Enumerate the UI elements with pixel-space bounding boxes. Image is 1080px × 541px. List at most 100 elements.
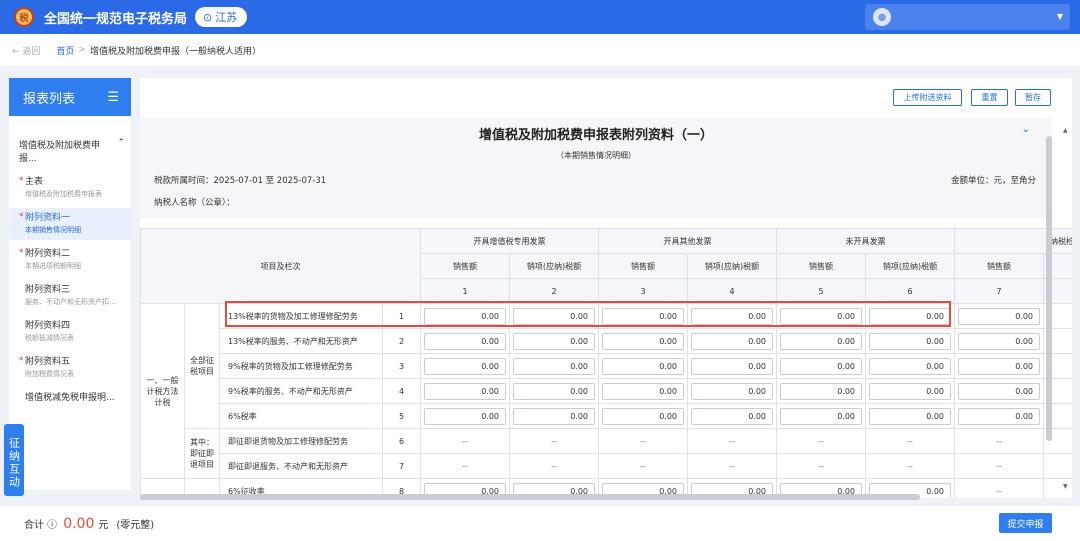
scroll-up-icon[interactable]: ▲ (1063, 127, 1068, 134)
back-link[interactable]: ← 返回 (12, 44, 40, 57)
sidebar-item[interactable]: * 附列资料二 本期进项税额明细 (9, 244, 131, 276)
amount-input[interactable]: 0.00 (424, 382, 506, 400)
amount-input[interactable]: 0.00 (869, 357, 951, 375)
amount-cell: 0.00 (420, 378, 510, 404)
amount-input[interactable]: 0.00 (602, 332, 684, 350)
horizontal-scrollbar[interactable] (140, 494, 920, 500)
upload-attachments-button[interactable]: 上传附送资料 (893, 89, 962, 106)
empty-cell: -- (598, 428, 688, 454)
total-label: 合计 ⓘ (24, 520, 58, 531)
row-label: 6%税率 (219, 403, 383, 429)
amount-input[interactable]: 0.00 (869, 332, 951, 350)
amount-cell: 0.00 (687, 378, 777, 404)
row-number: 5 (382, 403, 421, 429)
amount-input[interactable]: 0.00 (513, 357, 595, 375)
amount-input[interactable]: 0.00 (602, 407, 684, 425)
amount-input[interactable]: 0.00 (424, 357, 506, 375)
amount-input[interactable]: 0.00 (424, 332, 506, 350)
amount-input[interactable]: 0.00 (958, 307, 1040, 325)
sidebar-item[interactable]: * 主表 增值税及附加税费申报表 (9, 172, 131, 204)
amount-input[interactable]: 0.00 (958, 382, 1040, 400)
region-selector[interactable]: ⊙ 江苏 (195, 7, 248, 27)
sidebar-item-label: 增值税减免税申报明... (25, 393, 115, 403)
chevron-down-icon: ▼ (1056, 12, 1063, 21)
sidebar-header: 报表列表 ☰ (9, 78, 131, 116)
save-draft-button[interactable]: 暂存 (1015, 89, 1051, 106)
sidebar-item-label: 附列资料二 (25, 249, 71, 259)
empty-cell: -- (776, 453, 866, 479)
amount-cell: 0.00 (598, 378, 688, 404)
amount-cell: 0.00 (687, 353, 777, 379)
empty-cell: -- (687, 453, 777, 479)
item-header: 项目及栏次 (140, 228, 421, 304)
row-label: 13%税率的货物及加工修理修配劳务 (219, 303, 383, 329)
amount-input[interactable]: 0.00 (869, 407, 951, 425)
reset-button[interactable]: 重置 (971, 89, 1008, 106)
amount-input[interactable]: 0.00 (513, 382, 595, 400)
required-mark: * (19, 176, 24, 186)
amount-cell: 0.00 (776, 378, 866, 404)
scroll-down-icon[interactable]: ▼ (1063, 483, 1068, 490)
row-label: 13%税率的服务、不动产和无形资产 (219, 328, 383, 354)
sidebar-group[interactable]: 增值税及附加税费申报... ⌃ (9, 138, 131, 164)
sidebar-item[interactable]: * 附列资料五 附加税费情况表 (9, 352, 131, 384)
submit-declaration-button[interactable]: 提交申报 (999, 513, 1052, 533)
user-menu[interactable]: ● ▼ (865, 4, 1070, 30)
row-label: 即征即退货物及加工修理修配劳务 (219, 428, 383, 454)
column-number: 5 (776, 278, 866, 304)
amount-input[interactable]: 0.00 (869, 382, 951, 400)
group-header: 开具增值税专用发票 (420, 228, 599, 254)
amount-input[interactable]: 0.00 (513, 332, 595, 350)
amount-input[interactable]: 0.00 (958, 357, 1040, 375)
amount-cell: 0.00 (776, 403, 866, 429)
sales-detail-table: 项目及栏次 开具增值税专用发票 开具其他发票 未开具发票 纳税检查 销售额销项(… (140, 228, 1072, 498)
sidebar-item-label: 附列资料五 (25, 357, 71, 367)
amount-cell: 0.00 (598, 328, 688, 354)
breadcrumb-home-link[interactable]: 首页 (56, 44, 74, 57)
form-header: 增值税及附加税费申报表附列资料（一） （本期销售情况明细） 税款所属时间：202… (140, 118, 1052, 218)
interaction-float-button[interactable]: 征纳互动 (4, 424, 24, 496)
amount-input[interactable]: 0.00 (424, 407, 506, 425)
amount-input[interactable]: 0.00 (780, 382, 862, 400)
amount-input[interactable]: 0.00 (691, 382, 773, 400)
amount-input[interactable]: 0.00 (424, 307, 506, 325)
row-label: 9%税率的货物及加工修理修配劳务 (219, 353, 383, 379)
amount-cell: 0.00 (509, 328, 599, 354)
column-number: 7 (954, 278, 1044, 304)
sidebar-item[interactable]: 增值税减免税申报明... (9, 388, 131, 408)
amount-input[interactable]: 0.00 (691, 332, 773, 350)
amount-cell: 0.00 (954, 328, 1044, 354)
amount-input[interactable]: 0.00 (780, 407, 862, 425)
empty-cell: -- (420, 453, 510, 479)
sidebar-item[interactable]: 附列资料四 税额抵减情况表 (9, 316, 131, 348)
amount-cell: 0.00 (509, 378, 599, 404)
amount-input[interactable]: 0.00 (602, 382, 684, 400)
amount-input[interactable]: 0.00 (602, 307, 684, 325)
amount-cell: 0.00 (509, 303, 599, 329)
amount-input[interactable]: 0.00 (513, 407, 595, 425)
amount-input[interactable]: 0.00 (780, 332, 862, 350)
amount-input[interactable]: 0.00 (958, 332, 1040, 350)
amount-input[interactable]: 0.00 (691, 307, 773, 325)
amount-input[interactable]: 0.00 (780, 357, 862, 375)
amount-input[interactable]: 0.00 (869, 307, 951, 325)
amount-input[interactable]: 0.00 (780, 307, 862, 325)
tax-period: 税款所属时间：2025-07-01 至 2025-07-31 (154, 176, 327, 186)
sidebar-item[interactable]: 附列资料三 服务、不动产和无形资产扣... (9, 280, 131, 312)
amount-input[interactable]: 0.00 (691, 357, 773, 375)
vertical-scrollbar[interactable] (1046, 136, 1052, 441)
amount-input[interactable]: 0.00 (958, 407, 1040, 425)
sidebar-item-sublabel: 税额抵减情况表 (25, 334, 74, 342)
chevron-down-icon[interactable]: ⌄ (1022, 124, 1030, 135)
collapse-sidebar-icon[interactable]: ☰ (107, 90, 119, 105)
amount-cell: 0.00 (598, 403, 688, 429)
amount-input[interactable]: 0.00 (691, 407, 773, 425)
amount-input[interactable]: 0.00 (513, 307, 595, 325)
sidebar-item[interactable]: * 附列资料一 本期销售情况明细 (9, 208, 131, 240)
amount-input[interactable]: 0.00 (602, 357, 684, 375)
sidebar-item-label: 附列资料一 (25, 213, 71, 223)
amount-cell: 0.00 (865, 403, 955, 429)
empty-cell: -- (687, 428, 777, 454)
table-row: 9%税率的服务、不动产和无形资产 4 0.00 0.00 0.00 0.00 0.00 0.0… (141, 378, 1072, 404)
group-header: 开具其他发票 (598, 228, 777, 254)
